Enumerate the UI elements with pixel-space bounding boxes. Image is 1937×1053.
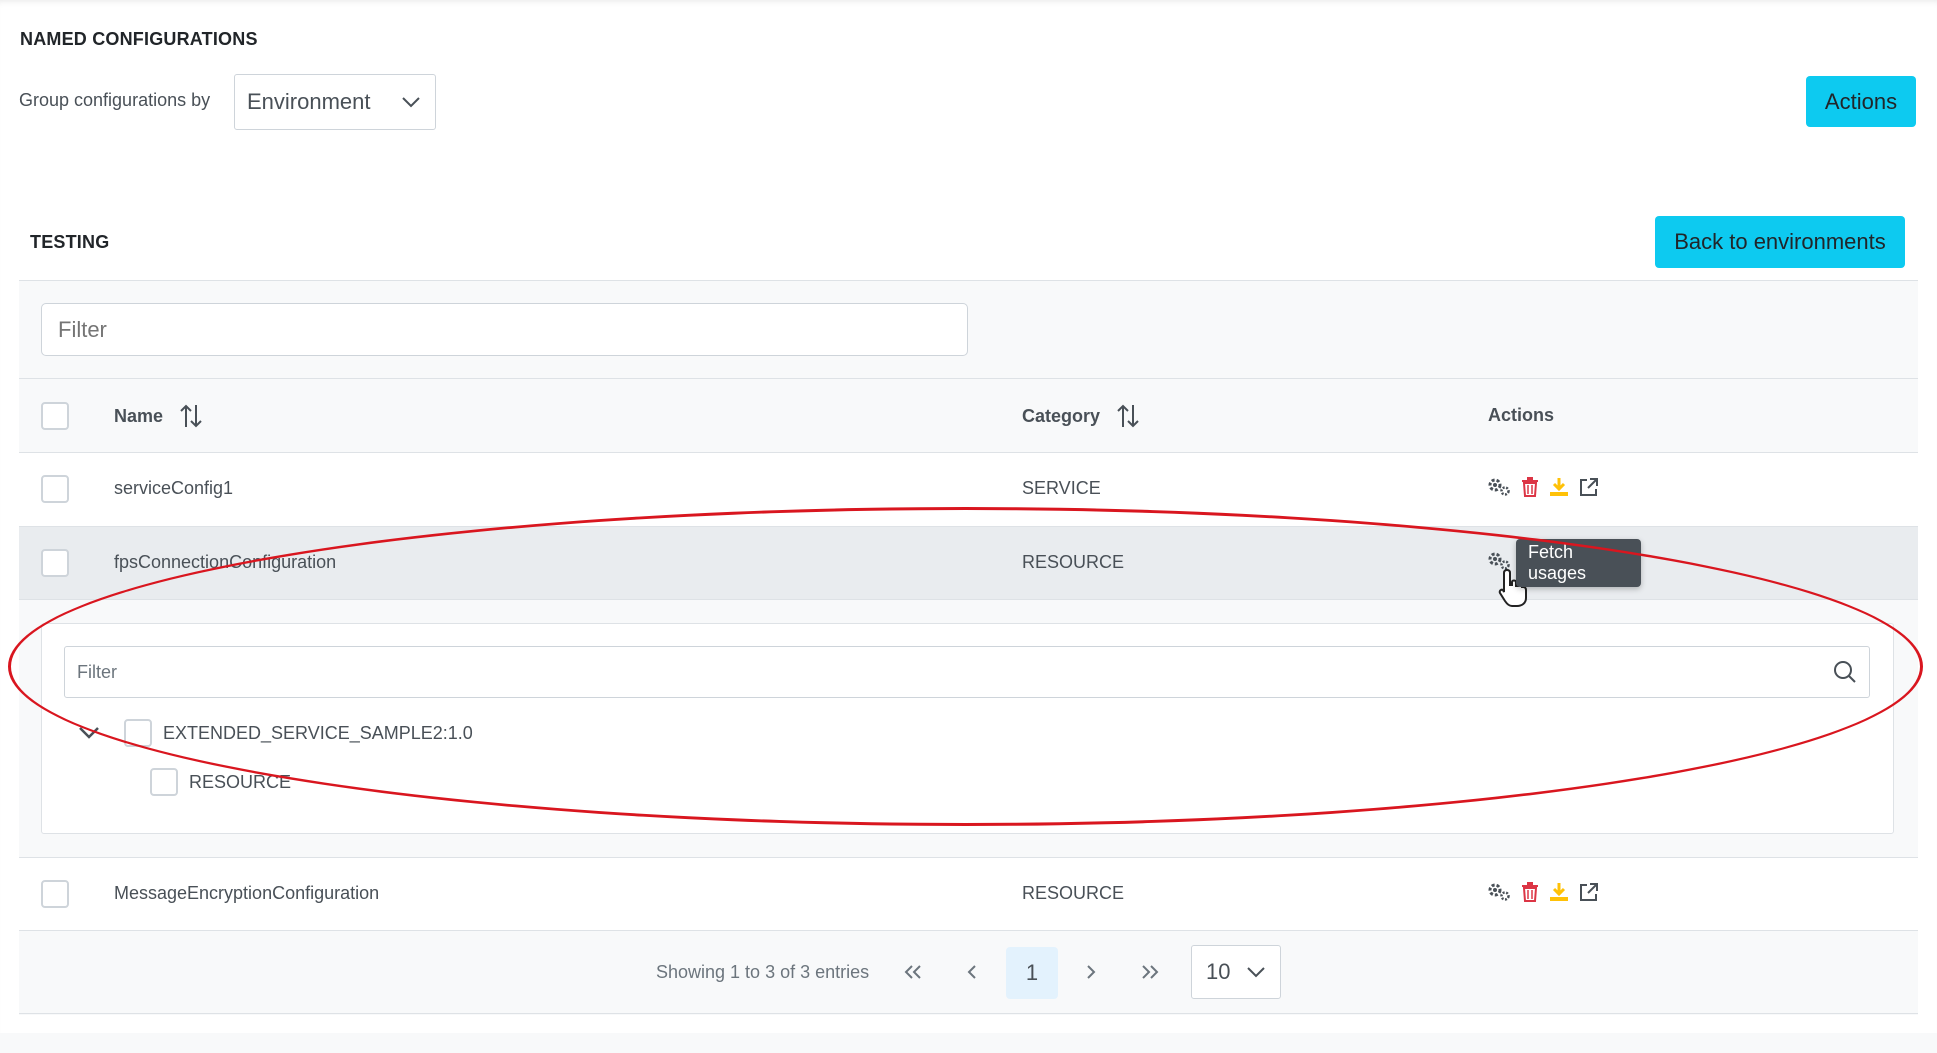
- highlight-annotation: [8, 507, 1923, 826]
- row-checkbox[interactable]: [41, 549, 69, 577]
- chevron-left-icon: [967, 965, 976, 979]
- first-page-button[interactable]: [888, 947, 938, 997]
- group-by-dropdown[interactable]: Environment: [234, 74, 436, 130]
- prev-page-button[interactable]: [947, 947, 997, 997]
- rows-per-page-dropdown[interactable]: 10: [1191, 945, 1281, 999]
- environment-title: TESTING: [30, 232, 110, 252]
- row-category: RESOURCE: [1022, 883, 1125, 903]
- download-icon[interactable]: [1549, 477, 1569, 497]
- table-header-row: [19, 378, 1918, 453]
- table-filter-input[interactable]: [41, 303, 968, 356]
- row-name: serviceConfig1: [114, 478, 234, 498]
- chevrons-left-icon: [904, 965, 921, 979]
- trash-icon[interactable]: [1521, 477, 1539, 497]
- page-footer-strip: [0, 1033, 1937, 1053]
- external-link-icon[interactable]: [1579, 477, 1599, 497]
- last-page-button[interactable]: [1125, 947, 1175, 997]
- row-checkbox[interactable]: [41, 475, 69, 503]
- row-checkbox[interactable]: [41, 880, 69, 908]
- chevron-right-icon: [1087, 965, 1096, 979]
- row-name: MessageEncryptionConfiguration: [114, 883, 380, 903]
- sort-icon: [1117, 404, 1139, 428]
- group-by-label: Group configurations by: [19, 90, 211, 110]
- sort-icon: [180, 404, 202, 428]
- row-actions: [1487, 477, 1599, 497]
- name-column-label: Name: [114, 405, 164, 426]
- page-button-current[interactable]: 1: [1006, 947, 1058, 999]
- gears-icon[interactable]: [1487, 477, 1511, 497]
- name-column-header[interactable]: Name: [114, 403, 203, 429]
- trash-icon[interactable]: [1521, 882, 1539, 902]
- actions-button[interactable]: Actions: [1806, 76, 1916, 127]
- row-category: SERVICE: [1022, 478, 1101, 498]
- actions-column-header: Actions: [1488, 405, 1555, 425]
- group-by-value: Environment: [247, 89, 371, 114]
- chevron-down-icon: [402, 97, 420, 108]
- rows-per-page-value: 10: [1206, 959, 1231, 984]
- chevron-down-icon: [1247, 967, 1265, 978]
- back-to-environments-button[interactable]: Back to environments: [1655, 216, 1905, 268]
- external-link-icon[interactable]: [1579, 882, 1599, 902]
- section-title: NAMED CONFIGURATIONS: [20, 29, 258, 49]
- category-column-label: Category: [1022, 405, 1101, 426]
- app-root: NAMED CONFIGURATIONS Group configuration…: [0, 0, 1937, 1053]
- gears-icon[interactable]: [1487, 882, 1511, 902]
- chevrons-right-icon: [1142, 965, 1159, 979]
- select-all-checkbox[interactable]: [41, 402, 69, 430]
- row-actions: [1487, 882, 1599, 902]
- table-bottom-border: [19, 1013, 1918, 1014]
- pagination-summary: Showing 1 to 3 of 3 entries: [656, 962, 870, 982]
- next-page-button[interactable]: [1066, 947, 1116, 997]
- tree-child-checkbox[interactable]: [150, 768, 178, 796]
- download-icon[interactable]: [1549, 882, 1569, 902]
- category-column-header[interactable]: Category: [1022, 403, 1140, 429]
